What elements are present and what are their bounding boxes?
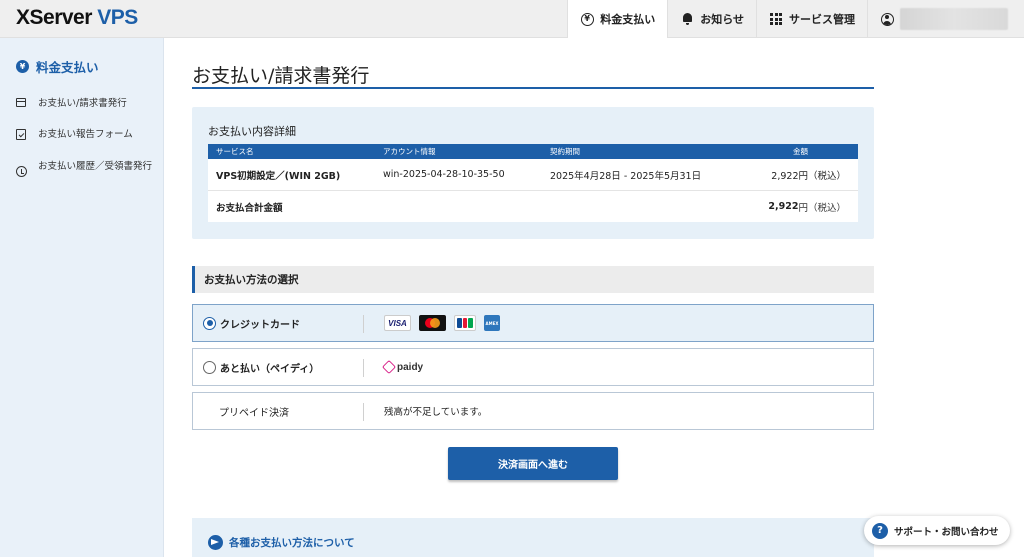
payment-details-title: お支払い内容詳細 — [208, 125, 296, 138]
payment-method-paidy[interactable]: あと払い（ペイディ） paidy — [192, 348, 874, 386]
question-icon: ? — [872, 522, 888, 539]
amex-logo-icon: AMEX — [484, 315, 500, 331]
col-period: 契約期間 — [550, 147, 580, 156]
support-label: サポート・お問い合わせ — [894, 526, 999, 538]
sidebar-item-label: お支払い/請求書発行 — [38, 98, 127, 109]
sidebar-item-invoice[interactable]: お支払い/請求書発行 — [16, 97, 156, 111]
payment-details-table: サービス名 アカウント情報 契約期間 金額 VPS初期設定／(WIN 2GB) … — [208, 144, 858, 222]
yen-circle-icon: ¥ — [580, 12, 594, 26]
col-service: サービス名 — [216, 147, 254, 156]
divider — [363, 315, 364, 333]
sidebar-item-label: お支払い報告フォーム — [38, 129, 133, 140]
nav-billing[interactable]: ¥ 料金支払い — [567, 0, 668, 38]
megaphone-icon — [208, 535, 223, 550]
page-title: お支払い/請求書発行 — [192, 65, 370, 87]
total-amount-cell: 2,922 円（税込） — [768, 191, 846, 222]
logo-accent: VPS — [97, 6, 138, 29]
info-title-label: 各種お支払い方法について — [229, 537, 355, 549]
table-total-row: お支払合計金額 2,922 円（税込） — [208, 191, 858, 222]
total-amount: 2,922 — [768, 201, 799, 212]
table-row: VPS初期設定／(WIN 2GB) win-2025-04-28-10-35-5… — [208, 159, 858, 191]
jcb-logo-icon — [454, 315, 476, 331]
user-name-redacted — [900, 8, 1008, 30]
xserver-vps-logo[interactable]: XServer VPS — [16, 6, 138, 30]
credit-card-label: クレジットカード — [220, 319, 300, 331]
total-label: お支払合計金額 — [216, 202, 283, 214]
col-amount: 金額 — [793, 147, 808, 156]
grid-icon — [769, 12, 783, 26]
payment-method-prepaid: プリペイド決済 残高が不足しています。 — [192, 392, 874, 430]
sidebar-item-report-form[interactable]: お支払い報告フォーム — [16, 128, 156, 142]
history-clock-icon — [16, 166, 27, 177]
nav-service-management[interactable]: サービス管理 — [756, 0, 867, 38]
payment-method-credit-card[interactable]: クレジットカード VISA AMEX — [192, 304, 874, 342]
total-unit: 円（税込） — [798, 202, 846, 214]
nav-billing-label: 料金支払い — [600, 13, 656, 26]
payment-methods-info-panel: 各種お支払い方法について — [192, 518, 874, 557]
payment-methods-info-title[interactable]: 各種お支払い方法について — [208, 535, 355, 550]
visa-logo-icon: VISA — [384, 315, 411, 331]
nav-notifications-label: お知らせ — [700, 13, 744, 26]
nav-notifications[interactable]: お知らせ — [667, 0, 756, 38]
user-icon — [880, 12, 894, 26]
payment-method-heading: お支払い方法の選択 — [192, 266, 874, 293]
prepaid-note: 残高が不足しています。 — [384, 407, 488, 418]
paidy-radio[interactable] — [203, 360, 216, 374]
support-contact-button[interactable]: ? サポート・お問い合わせ — [864, 516, 1010, 545]
nav-user-account[interactable] — [867, 0, 1024, 38]
yen-circle-icon: ¥ — [16, 60, 29, 73]
service-name: VPS初期設定／(WIN 2GB) — [216, 170, 341, 182]
bell-icon — [680, 12, 694, 26]
proceed-to-payment-button[interactable]: 決済画面へ進む — [448, 447, 618, 480]
title-underline — [192, 87, 874, 89]
header-nav: ¥ 料金支払い お知らせ サービス管理 — [567, 0, 1024, 38]
paidy-option[interactable]: あと払い（ペイディ） — [203, 349, 319, 385]
row-amount: 2,922円（税込） — [771, 170, 846, 182]
contract-period: 2025年4月28日 - 2025年5月31日 — [550, 170, 702, 182]
col-account: アカウント情報 — [383, 147, 436, 156]
sidebar-item-history[interactable]: お支払い履歴／受領書発行 — [16, 160, 156, 177]
divider — [363, 359, 364, 377]
paidy-brand: paidy — [381, 349, 424, 385]
sidebar: ¥ 料金支払い お支払い/請求書発行 お支払い報告フォーム お支払い履歴／受領書… — [0, 38, 164, 557]
invoice-icon — [16, 98, 27, 111]
divider — [363, 403, 364, 421]
nav-service-management-label: サービス管理 — [789, 13, 855, 26]
account-info: win-2025-04-28-10-35-50 — [383, 169, 505, 180]
report-form-icon — [16, 129, 27, 142]
paidy-label: あと払い（ペイディ） — [220, 363, 320, 375]
table-header: サービス名 アカウント情報 契約期間 金額 — [208, 144, 858, 159]
credit-card-option[interactable]: クレジットカード — [203, 305, 300, 341]
mastercard-logo-icon — [419, 315, 446, 331]
sidebar-title[interactable]: ¥ 料金支払い — [16, 57, 99, 76]
sidebar-title-label: 料金支払い — [36, 60, 99, 75]
logo-main: XServer — [16, 6, 92, 29]
payment-details-panel: お支払い内容詳細 サービス名 アカウント情報 契約期間 金額 VPS初期設定／(… — [192, 107, 874, 239]
paidy-logo-icon: paidy — [381, 359, 424, 375]
paidy-logo-text: paidy — [397, 361, 424, 373]
credit-card-radio[interactable] — [203, 316, 216, 330]
top-header: XServer VPS ¥ 料金支払い お知らせ サービス管理 — [0, 0, 1024, 38]
card-brand-logos: VISA AMEX — [384, 305, 500, 341]
prepaid-label: プリペイド決済 — [219, 407, 289, 419]
sidebar-item-label: お支払い履歴／受領書発行 — [38, 161, 153, 172]
